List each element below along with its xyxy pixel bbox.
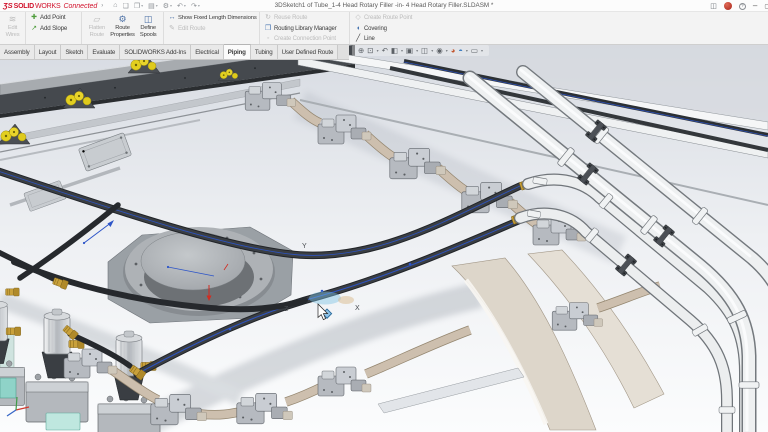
- show-fixed-length-dimensions-icon: ↔: [168, 14, 176, 21]
- edit-wires-icon: ≋: [8, 14, 17, 24]
- open-document-icon[interactable]: ❐ ▾: [134, 2, 143, 10]
- quick-access-toolbar: ⌂ ❏ ❐ ▾ ▤ ▾ ⚙ ▾ ↶ ▾ ↷ ▾: [113, 2, 200, 10]
- tab-tubing[interactable]: Tubing: [250, 45, 278, 59]
- zoom-to-fit-icon[interactable]: ⊕: [358, 46, 364, 56]
- axis-label-x: X: [355, 305, 360, 312]
- axis-label-y: Y: [302, 243, 307, 250]
- redo-icon[interactable]: ↷ ▾: [191, 2, 200, 10]
- define-spools-button[interactable]: ◫ Define Spools: [135, 13, 161, 43]
- tab-assembly[interactable]: Assembly: [0, 45, 35, 59]
- solidworks-logo: ƷS SOLID WORKS Connected: [3, 1, 98, 10]
- add-point-button[interactable]: ✚ Add Point: [28, 13, 69, 24]
- title-bar: ƷS SOLID WORKS Connected › ⌂ ❏ ❐ ▾ ▤ ▾ ⚙ ▾ ↶…: [0, 0, 768, 12]
- axis-label-z: Z: [284, 306, 289, 313]
- edit-route-icon: ✎: [169, 24, 175, 32]
- edit-appearance-icon[interactable]: ◕: [451, 46, 456, 56]
- tab-evaluate[interactable]: Evaluate: [88, 45, 121, 59]
- flatten-route-button: ▱ Flatten Route: [88, 14, 106, 38]
- create-connection-point-button: ◦ Create Connection Point: [262, 34, 339, 45]
- create-connection-point-icon: ◦: [266, 35, 270, 42]
- line-icon: ╱: [355, 35, 361, 42]
- solidworks-logo-mark: ƷS: [3, 1, 13, 10]
- model-view: Y Z X: [0, 33, 768, 432]
- covering-icon: ◖: [355, 24, 361, 32]
- display-style-icon[interactable]: ◫: [421, 46, 428, 56]
- create-route-point-button: ◇ Create Route Point: [355, 14, 413, 21]
- route-properties-icon: ⚙: [118, 14, 127, 24]
- create-route-point-icon: ◇: [355, 14, 361, 21]
- tab-electrical[interactable]: Electrical: [191, 45, 224, 59]
- document-title: 3DSketch1 of Tube_1-4 Head Rotary Filler…: [274, 2, 494, 9]
- command-manager-tabs: Assembly Layout Sketch Evaluate SOLIDWOR…: [0, 44, 349, 60]
- add-point-icon: ✚: [31, 14, 37, 21]
- heads-up-view-toolbar: ⊕ ⊡ ▾ ↶ ◧ ▾ ▣ ▾ ◫ ▾ ◉ ▾ ◕ ◓ ▾ ▭ ▾: [352, 45, 489, 56]
- hide-show-items-icon[interactable]: ◉: [436, 46, 443, 56]
- viewport-canvas[interactable]: Y Z X: [0, 0, 768, 432]
- apply-scene-icon[interactable]: ◓: [458, 46, 463, 56]
- minimize-button[interactable]: –: [753, 2, 757, 10]
- maximize-button[interactable]: ▢: [764, 3, 768, 10]
- section-view-icon[interactable]: ◧: [391, 46, 398, 56]
- define-spools-icon: ◫: [143, 14, 153, 24]
- previous-view-icon[interactable]: ↶: [382, 46, 388, 56]
- reuse-route-button: ↻ Reuse Route: [265, 14, 308, 21]
- help-icon[interactable]: ?: [738, 2, 746, 10]
- options-gear-icon[interactable]: ⚙ ▾: [163, 2, 172, 10]
- show-fixed-length-dimensions-button[interactable]: ↔ Show Fixed Length Dimensions: [166, 13, 259, 24]
- reuse-route-icon: ↻: [265, 14, 271, 21]
- tab-user-defined-route[interactable]: User Defined Route: [277, 45, 339, 59]
- view-orientation-icon[interactable]: ▣: [406, 46, 413, 56]
- window-controls: ◫ ? – ▢: [710, 0, 768, 12]
- line-button[interactable]: ╱ Line: [352, 34, 414, 45]
- flatten-route-icon: ▱: [93, 14, 101, 24]
- zoom-to-area-icon[interactable]: ⊡: [367, 46, 373, 56]
- route-properties-button[interactable]: ⚙ Route Properties: [110, 13, 136, 43]
- home-icon[interactable]: ⌂: [113, 2, 117, 9]
- routing-library-manager-icon: ❒: [264, 24, 272, 32]
- routing-library-manager-button[interactable]: ❒ Routing Library Manager: [262, 24, 339, 35]
- new-document-icon[interactable]: ❏: [123, 2, 129, 10]
- logo-expand-caret[interactable]: ›: [101, 3, 103, 9]
- add-slope-button[interactable]: ↗ Add Slope: [28, 24, 69, 35]
- tab-sketch[interactable]: Sketch: [61, 45, 89, 59]
- tab-solidworks-add-ins[interactable]: SOLIDWORKS Add-Ins: [120, 45, 192, 59]
- task-pane-icon[interactable]: ◫: [710, 2, 717, 10]
- save-icon[interactable]: ▤ ▾: [148, 2, 158, 10]
- edit-wires-button: ≋ Edit Wires: [5, 14, 20, 38]
- add-slope-icon: ↗: [31, 24, 37, 32]
- tab-piping[interactable]: Piping: [223, 44, 251, 59]
- tab-layout[interactable]: Layout: [34, 45, 62, 59]
- undo-icon[interactable]: ↶ ▾: [177, 2, 186, 10]
- user-avatar[interactable]: [723, 2, 732, 10]
- view-settings-icon[interactable]: ▭: [471, 46, 478, 56]
- covering-button[interactable]: ◖ Covering: [352, 24, 414, 35]
- command-manager-ribbon: ≋ Edit Wires ✚ Add Point ↗ Add Slope ▱ Fl…: [0, 12, 768, 45]
- edit-route-button: ✎ Edit Route: [169, 24, 206, 32]
